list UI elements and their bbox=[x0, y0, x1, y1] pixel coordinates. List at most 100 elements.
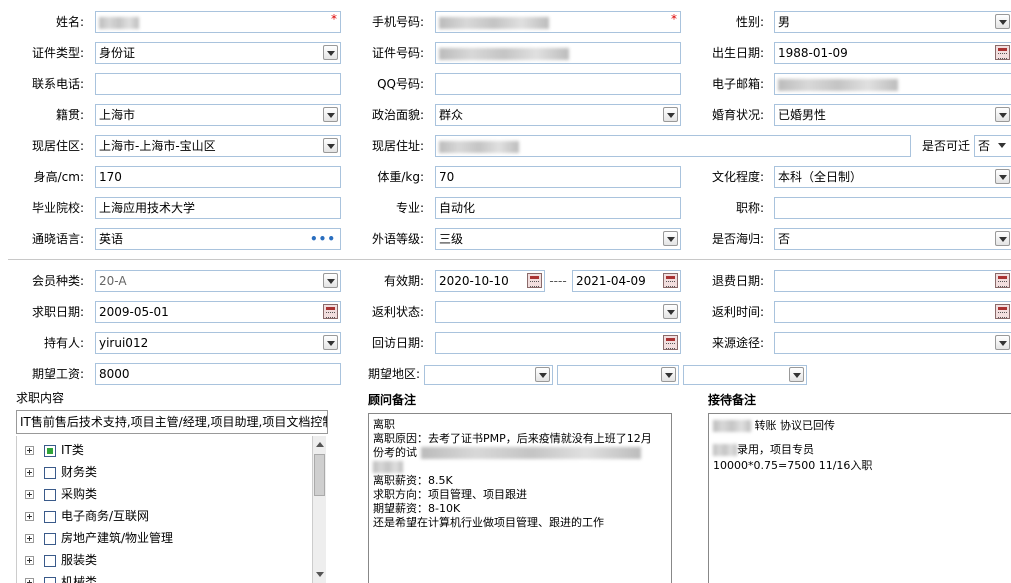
school-field[interactable]: 上海应用技术大学 bbox=[95, 197, 341, 219]
chevron-down-icon[interactable] bbox=[535, 367, 550, 382]
chevron-down-icon[interactable] bbox=[995, 138, 1010, 153]
rebate-status-label: 返利状态: bbox=[371, 305, 424, 319]
chevron-down-icon[interactable] bbox=[995, 169, 1010, 184]
native-select[interactable]: 上海市 bbox=[95, 104, 341, 126]
tree-item[interactable]: 机械类 bbox=[25, 573, 97, 583]
calendar-icon[interactable] bbox=[995, 273, 1010, 288]
relocate-select[interactable]: 否 bbox=[974, 135, 1011, 157]
qq-field[interactable] bbox=[435, 73, 681, 95]
redacted-text bbox=[713, 444, 737, 456]
job-date-field[interactable]: 2009-05-01 bbox=[95, 301, 341, 323]
chevron-down-icon[interactable] bbox=[663, 231, 678, 246]
chevron-down-icon[interactable] bbox=[995, 107, 1010, 122]
chevron-down-icon[interactable] bbox=[661, 367, 676, 382]
reception-notes-textarea[interactable]: 转账 协议已回传 录用，项目专员 10000*0.75=7500 11/16入职 bbox=[708, 413, 1011, 583]
checkbox-icon[interactable] bbox=[44, 554, 56, 567]
rebate-time-field[interactable] bbox=[774, 301, 1011, 323]
consultant-notes-title: 顾问备注 bbox=[368, 393, 417, 407]
tree-item[interactable]: 房地产建筑/物业管理 bbox=[25, 529, 173, 547]
lang-level-select[interactable]: 三级 bbox=[435, 228, 681, 250]
checkbox-icon[interactable] bbox=[44, 532, 56, 545]
member-type-label: 会员种类: bbox=[31, 274, 84, 288]
region-district-select[interactable] bbox=[683, 365, 807, 385]
valid-label: 有效期: bbox=[383, 274, 424, 288]
mobile-field[interactable]: * bbox=[435, 11, 681, 33]
region-province-select[interactable] bbox=[424, 365, 553, 385]
source-select[interactable] bbox=[774, 332, 1011, 354]
email-field[interactable] bbox=[774, 73, 1011, 95]
visit-date-field[interactable] bbox=[435, 332, 681, 354]
id-no-field[interactable] bbox=[435, 42, 681, 64]
chevron-down-icon[interactable] bbox=[663, 107, 678, 122]
scroll-thumb[interactable] bbox=[314, 454, 325, 496]
education-select[interactable]: 本科（全日制） bbox=[774, 166, 1011, 188]
chevron-down-icon[interactable] bbox=[995, 231, 1010, 246]
note-line: 离职 bbox=[373, 418, 395, 431]
calendar-icon[interactable] bbox=[995, 304, 1010, 319]
birth-label: 出生日期: bbox=[711, 46, 764, 60]
expand-icon[interactable] bbox=[25, 468, 34, 477]
checkbox-icon[interactable] bbox=[44, 488, 56, 501]
marriage-select[interactable]: 已婚男性 bbox=[774, 104, 1011, 126]
residence-label: 现居住区: bbox=[31, 139, 84, 153]
expand-icon[interactable] bbox=[25, 534, 34, 543]
expand-icon[interactable] bbox=[25, 490, 34, 499]
title-field[interactable] bbox=[774, 197, 1011, 219]
chevron-down-icon[interactable] bbox=[323, 107, 338, 122]
tree-scrollbar[interactable] bbox=[312, 436, 326, 583]
checkbox-icon[interactable] bbox=[44, 510, 56, 523]
weight-field[interactable]: 70 bbox=[435, 166, 681, 188]
calendar-icon[interactable] bbox=[663, 273, 678, 288]
major-field[interactable]: 自动化 bbox=[435, 197, 681, 219]
checkbox-icon[interactable] bbox=[44, 444, 56, 457]
holder-select[interactable]: yirui012 bbox=[95, 332, 341, 354]
redacted-id-no bbox=[439, 47, 569, 60]
chevron-down-icon[interactable] bbox=[995, 335, 1010, 350]
rebate-status-select[interactable] bbox=[435, 301, 681, 323]
consultant-notes-textarea[interactable]: 离职 离职原因：去考了证书PMP，后来疫情就没有上班了12月 份考的试 离职薪资… bbox=[368, 413, 672, 583]
tree-item[interactable]: 电子商务/互联网 bbox=[25, 507, 149, 525]
phone-field[interactable] bbox=[95, 73, 341, 95]
expand-icon[interactable] bbox=[25, 512, 34, 521]
tree-item[interactable]: 采购类 bbox=[25, 485, 97, 503]
scroll-down-icon[interactable] bbox=[316, 572, 324, 577]
valid-to-field[interactable]: 2021-04-09 bbox=[572, 270, 681, 292]
tree-item[interactable]: 财务类 bbox=[25, 463, 97, 481]
tree-item[interactable]: 服装类 bbox=[25, 551, 97, 569]
chevron-down-icon[interactable] bbox=[663, 304, 678, 319]
valid-from-field[interactable]: 2020-10-10 bbox=[435, 270, 545, 292]
chevron-down-icon[interactable] bbox=[323, 45, 338, 60]
chevron-down-icon[interactable] bbox=[995, 14, 1010, 29]
chevron-down-icon[interactable] bbox=[323, 273, 338, 288]
politics-select[interactable]: 群众 bbox=[435, 104, 681, 126]
name-field[interactable]: * bbox=[95, 11, 341, 33]
height-field[interactable]: 170 bbox=[95, 166, 341, 188]
calendar-icon[interactable] bbox=[527, 273, 542, 288]
expand-icon[interactable] bbox=[25, 446, 34, 455]
language-field[interactable]: 英语 ••• bbox=[95, 228, 341, 250]
chevron-down-icon[interactable] bbox=[789, 367, 804, 382]
calendar-icon[interactable] bbox=[323, 304, 338, 319]
chevron-down-icon[interactable] bbox=[323, 138, 338, 153]
chevron-down-icon[interactable] bbox=[323, 335, 338, 350]
calendar-icon[interactable] bbox=[995, 45, 1010, 60]
expand-icon[interactable] bbox=[25, 578, 34, 583]
gender-select[interactable]: 男 bbox=[774, 11, 1011, 33]
overseas-select[interactable]: 否 bbox=[774, 228, 1011, 250]
birth-field[interactable]: 1988-01-09 bbox=[774, 42, 1011, 64]
more-icon[interactable]: ••• bbox=[310, 229, 336, 249]
expand-icon[interactable] bbox=[25, 556, 34, 565]
calendar-icon[interactable] bbox=[663, 335, 678, 350]
id-type-select[interactable]: 身份证 bbox=[95, 42, 341, 64]
salary-field[interactable]: 8000 bbox=[95, 363, 341, 385]
refund-date-field[interactable] bbox=[774, 270, 1011, 292]
residence-select[interactable]: 上海市-上海市-宝山区 bbox=[95, 135, 341, 157]
region-city-select[interactable] bbox=[557, 365, 679, 385]
address-field[interactable] bbox=[435, 135, 911, 157]
checkbox-icon[interactable] bbox=[44, 576, 56, 583]
member-type-select[interactable]: 20-A bbox=[95, 270, 341, 292]
job-content-summary-text: IT售前售后技术支持,项目主管/经理,项目助理,项目文档控制 bbox=[20, 415, 328, 429]
tree-item[interactable]: IT类 bbox=[25, 441, 84, 459]
scroll-up-icon[interactable] bbox=[316, 442, 324, 447]
checkbox-icon[interactable] bbox=[44, 466, 56, 479]
